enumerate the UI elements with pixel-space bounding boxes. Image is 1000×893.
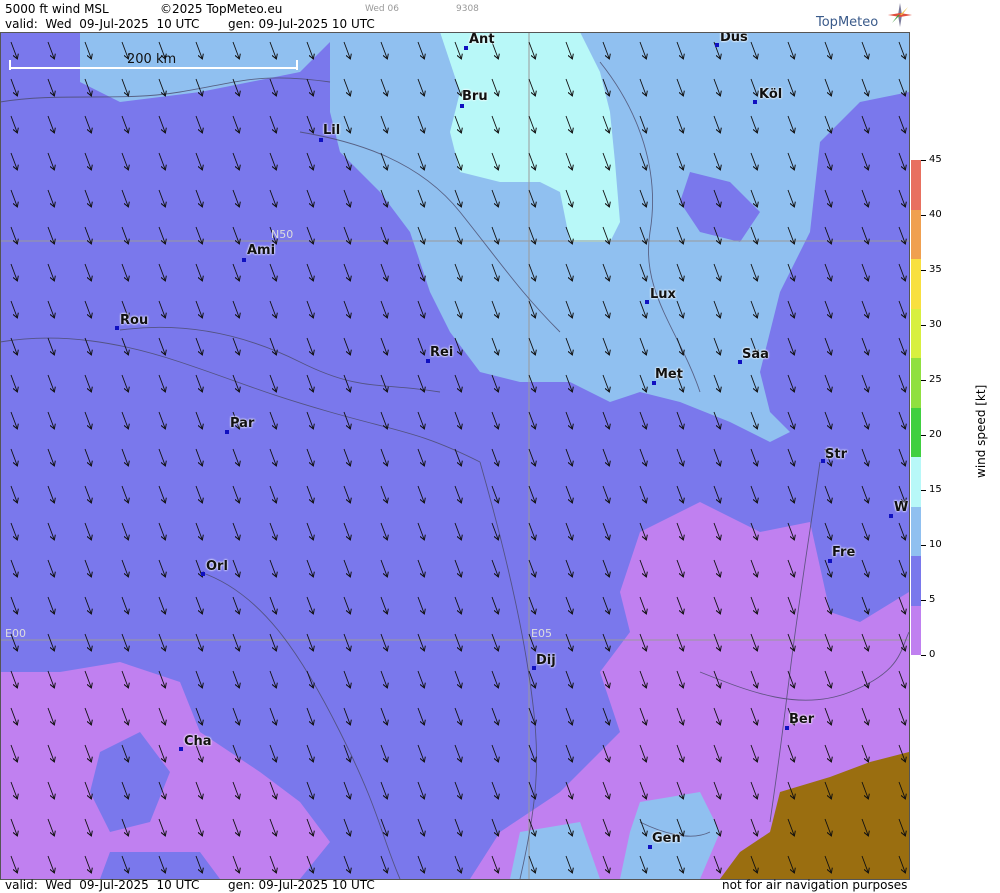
- valid-time: valid: Wed 09-Jul-2025 10 UTC: [5, 17, 200, 31]
- wind-field: [0, 32, 909, 879]
- colorbar-segment: [911, 308, 921, 358]
- city-label-chateauroux: Cha: [184, 734, 212, 749]
- colorbar-tick: [921, 435, 926, 436]
- city-marker: [201, 572, 205, 576]
- colorbar-segment: [911, 556, 921, 606]
- colorbar-tick-label: 45: [929, 154, 942, 165]
- city-label-luxembourg: Lux: [650, 287, 676, 302]
- wind-map[interactable]: 200 km N50 E00 E05 Ant Düs Bru Köl Lil A…: [0, 32, 909, 879]
- colorbar-segment: [911, 160, 921, 210]
- city-marker: [115, 326, 119, 330]
- city-label-koln: Köl: [759, 87, 783, 102]
- colorbar-tick: [921, 490, 926, 491]
- colorbar-segment: [911, 358, 921, 408]
- city-marker: [753, 100, 757, 104]
- colorbar-tick-label: 15: [929, 484, 942, 495]
- colorbar-tick-label: 30: [929, 319, 942, 330]
- city-marker: [460, 104, 464, 108]
- colorbar-segment: [911, 209, 921, 259]
- colorbar-segment: [911, 457, 921, 507]
- colorbar-tick-label: 10: [929, 539, 942, 550]
- colorbar-tick-label: 25: [929, 374, 942, 385]
- city-label-antwerp: Ant: [469, 32, 495, 47]
- logo-text: TopMeteo: [816, 15, 879, 30]
- city-label-reims: Rei: [430, 345, 454, 360]
- city-label-metz: Met: [655, 367, 683, 382]
- colorbar-title: wind speed [kt]: [974, 384, 988, 478]
- colorbar-tick-label: 20: [929, 429, 942, 440]
- colorbar-tick-label: 0: [929, 649, 936, 660]
- colorbar-tick-label: 40: [929, 209, 942, 220]
- colorbar-tick: [921, 215, 926, 216]
- colorbar-tick: [921, 160, 926, 161]
- colorbar-segment: [911, 259, 921, 309]
- footer-generated: gen: 09-Jul-2025 10 UTC: [228, 878, 375, 892]
- city-marker: [889, 514, 893, 518]
- city-marker: [319, 138, 323, 142]
- city-label-brussels: Bru: [462, 89, 488, 104]
- city-label-paris: Par: [230, 416, 255, 431]
- city-label-freiburg: Fre: [832, 545, 856, 560]
- generated-time: gen: 09-Jul-2025 10 UTC: [228, 17, 375, 31]
- colorbar-tick: [921, 655, 926, 656]
- colorbar-tick: [921, 545, 926, 546]
- city-label-bern: Ber: [789, 712, 815, 727]
- city-marker: [225, 430, 229, 434]
- city-label-w: W: [894, 500, 909, 515]
- city-label-geneva: Gen: [652, 831, 681, 846]
- city-label-dusseldorf: Düs: [720, 32, 748, 45]
- city-label-strasbourg: Str: [825, 447, 847, 462]
- city-label-amiens: Ami: [247, 243, 276, 258]
- copyright-text: ©2025 TopMeteo.eu: [160, 2, 283, 16]
- colorbar: [911, 160, 921, 655]
- colorbar-segment: [911, 407, 921, 457]
- compass-logo-icon: [888, 3, 912, 27]
- colorbar-tick: [921, 600, 926, 601]
- city-label-rouen: Rou: [120, 313, 149, 328]
- lat-label-n50: N50: [271, 228, 294, 241]
- city-label-dijon: Dij: [536, 653, 556, 668]
- city-label-lille: Lil: [323, 123, 341, 138]
- colorbar-segment: [911, 605, 921, 655]
- small-day-label: Wed 06: [365, 4, 399, 14]
- lon-label-e00: E00: [5, 627, 26, 640]
- small-code-label: 9308: [456, 4, 479, 14]
- city-marker: [464, 46, 468, 50]
- colorbar-tick: [921, 270, 926, 271]
- city-label-saarbrucken: Saa: [742, 347, 769, 362]
- colorbar-tick-label: 5: [929, 594, 936, 605]
- colorbar-segment: [911, 506, 921, 556]
- city-marker: [715, 43, 719, 47]
- colorbar-tick: [921, 380, 926, 381]
- city-marker: [242, 258, 246, 262]
- city-marker: [645, 300, 649, 304]
- city-label-orleans: Orl: [206, 559, 228, 574]
- product-title: 5000 ft wind MSL: [5, 2, 109, 16]
- colorbar-tick: [921, 325, 926, 326]
- footer-valid: valid: Wed 09-Jul-2025 10 UTC: [5, 878, 200, 892]
- colorbar-tick-label: 35: [929, 264, 942, 275]
- city-marker: [179, 747, 183, 751]
- footer-disclaimer: not for air navigation purposes: [722, 878, 908, 892]
- scale-label: 200 km: [127, 52, 177, 67]
- lon-label-e05: E05: [531, 627, 552, 640]
